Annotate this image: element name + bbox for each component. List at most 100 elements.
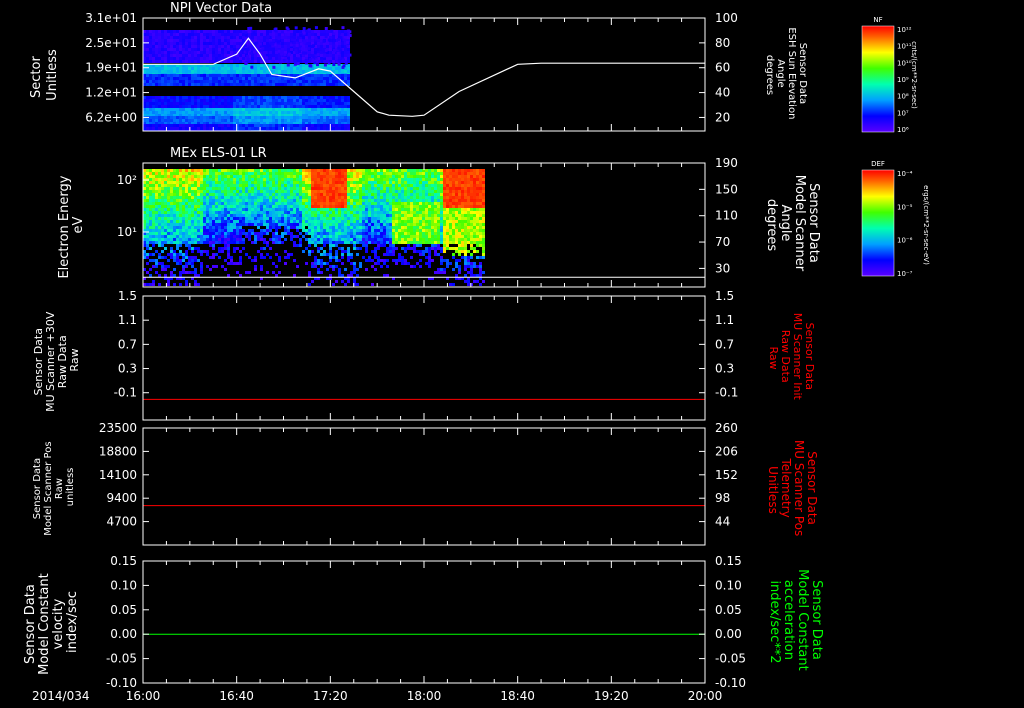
heat-cell bbox=[194, 229, 197, 232]
heat-cell bbox=[212, 36, 215, 39]
heat-cell bbox=[275, 223, 278, 226]
heat-cell bbox=[272, 232, 275, 235]
heat-cell bbox=[395, 223, 398, 226]
heat-cell bbox=[155, 217, 158, 220]
heat-cell bbox=[263, 247, 266, 250]
heat-cell bbox=[221, 247, 224, 250]
heat-cell bbox=[170, 235, 173, 238]
heat-cell bbox=[158, 208, 161, 211]
heat-cell bbox=[365, 214, 368, 217]
heat-cell bbox=[242, 220, 245, 223]
heat-cell bbox=[164, 42, 167, 45]
heat-cell bbox=[320, 36, 323, 39]
heat-cell bbox=[179, 33, 182, 36]
heat-cell bbox=[329, 102, 332, 105]
heat-cell bbox=[320, 119, 323, 122]
heat-cell bbox=[359, 238, 362, 241]
heat-cell bbox=[287, 202, 290, 205]
heat-cell bbox=[278, 202, 281, 205]
heat-cell bbox=[152, 259, 155, 262]
heat-cell bbox=[374, 199, 377, 202]
heat-cell bbox=[254, 99, 257, 102]
heat-cell bbox=[152, 127, 155, 130]
heat-cell bbox=[359, 181, 362, 184]
heat-cell bbox=[188, 205, 191, 208]
heat-cell bbox=[182, 241, 185, 244]
heat-cell bbox=[221, 190, 224, 193]
heat-cell bbox=[341, 223, 344, 226]
heat-cell bbox=[245, 83, 248, 86]
heat-cell bbox=[212, 108, 215, 111]
heat-cell bbox=[167, 226, 170, 229]
heat-cell bbox=[221, 193, 224, 196]
heat-cell bbox=[167, 57, 170, 60]
heat-cell bbox=[185, 33, 188, 36]
heat-cell bbox=[215, 187, 218, 190]
heat-cell bbox=[155, 67, 158, 70]
heat-cell bbox=[320, 30, 323, 33]
heat-cell bbox=[242, 80, 245, 83]
heat-cell bbox=[260, 208, 263, 211]
heat-cell bbox=[152, 214, 155, 217]
heat-cell bbox=[284, 181, 287, 184]
heat-cell bbox=[146, 83, 149, 86]
heat-cell bbox=[164, 77, 167, 80]
heat-cell bbox=[227, 247, 230, 250]
heat-cell bbox=[167, 99, 170, 102]
heat-cell bbox=[392, 181, 395, 184]
heat-cell bbox=[323, 127, 326, 130]
heat-cell bbox=[248, 217, 251, 220]
heat-cell bbox=[236, 60, 239, 63]
heat-cell bbox=[275, 178, 278, 181]
heat-cell bbox=[341, 119, 344, 122]
heat-cell bbox=[200, 33, 203, 36]
heat-cell bbox=[281, 70, 284, 73]
heat-cell bbox=[206, 250, 209, 253]
heat-cell bbox=[200, 199, 203, 202]
heat-cell bbox=[182, 232, 185, 235]
heat-cell bbox=[176, 116, 179, 119]
heat-cell bbox=[242, 83, 245, 86]
heat-cell bbox=[209, 211, 212, 214]
heat-cell bbox=[191, 202, 194, 205]
heat-cell bbox=[350, 262, 353, 265]
heat-cell bbox=[299, 214, 302, 217]
heat-cell bbox=[323, 124, 326, 127]
heat-cell bbox=[176, 67, 179, 70]
heat-cell bbox=[248, 238, 251, 241]
heat-cell bbox=[404, 238, 407, 241]
heat-cell bbox=[335, 102, 338, 105]
heat-cell bbox=[272, 235, 275, 238]
heat-cell bbox=[167, 45, 170, 48]
heat-cell bbox=[359, 247, 362, 250]
heat-cell bbox=[338, 67, 341, 70]
heat-cell bbox=[311, 232, 314, 235]
heat-cell bbox=[269, 256, 272, 259]
heat-cell bbox=[188, 102, 191, 105]
heat-cell bbox=[356, 220, 359, 223]
heat-cell bbox=[161, 36, 164, 39]
heat-cell bbox=[392, 253, 395, 256]
heat-cell bbox=[350, 172, 353, 175]
heat-cell bbox=[350, 178, 353, 181]
heat-cell bbox=[173, 256, 176, 259]
heat-cell bbox=[251, 184, 254, 187]
heat-cell bbox=[167, 60, 170, 63]
heat-cell bbox=[233, 196, 236, 199]
heat-cell bbox=[248, 80, 251, 83]
heat-cell bbox=[221, 238, 224, 241]
heat-cell bbox=[170, 196, 173, 199]
heat-cell bbox=[305, 102, 308, 105]
heat-cell bbox=[179, 211, 182, 214]
heat-cell bbox=[161, 54, 164, 57]
heat-cell bbox=[194, 283, 197, 286]
heat-cell bbox=[368, 196, 371, 199]
heat-cell bbox=[233, 105, 236, 108]
heat-cell bbox=[314, 48, 317, 51]
heat-cell bbox=[278, 116, 281, 119]
heat-cell bbox=[326, 226, 329, 229]
heat-cell bbox=[254, 232, 257, 235]
heat-cell bbox=[191, 111, 194, 114]
heat-cell bbox=[161, 217, 164, 220]
heat-cell bbox=[287, 102, 290, 105]
